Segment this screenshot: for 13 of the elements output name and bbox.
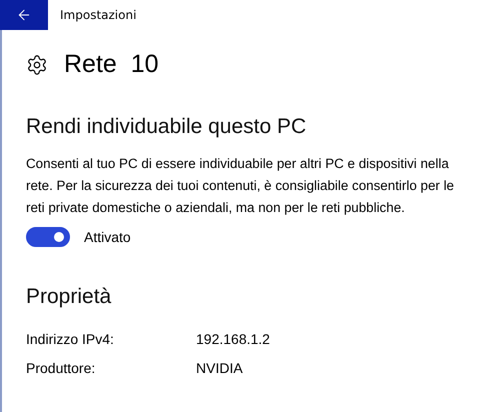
settings-icon [26, 54, 48, 76]
page-title: Rete 10 [64, 50, 159, 79]
property-value: NVIDIA [196, 360, 244, 376]
toggle-switch[interactable] [26, 227, 70, 247]
property-label: Produttore: [26, 360, 96, 376]
description-text: Consenti al tuo PC di essere individuabile per altri PC e dispositivi nella rete. Per la sicurezza dei tuoi contenuti, è consigliabile consentirlo per le reti private domestiche o aziendali, ma non per le reti pubbliche. [26, 155, 455, 217]
window-title: Impostazioni [60, 8, 136, 22]
toggle-label: Attivato [84, 229, 131, 245]
section-heading: Proprietà [26, 285, 112, 309]
section-heading: Rendi individuabile questo PC [26, 115, 308, 139]
property-label: Indirizzo IPv4: [26, 331, 115, 347]
back-icon [16, 7, 32, 23]
property-value: 192.168.1.2 [196, 331, 271, 347]
